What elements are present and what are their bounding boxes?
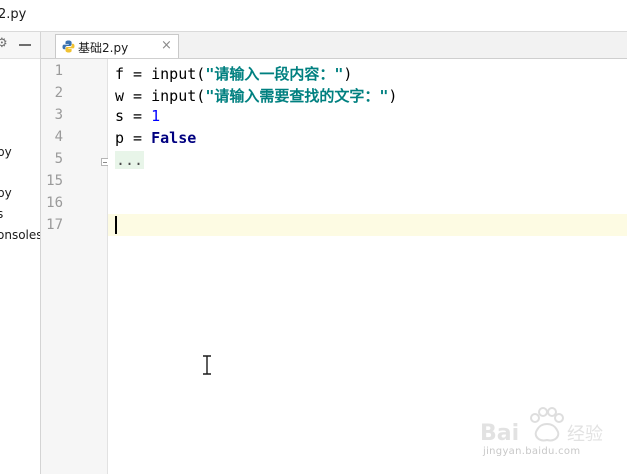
keyword: False xyxy=(151,129,197,147)
line-number: 5 xyxy=(54,151,63,167)
watermark-url: jingyan.baidu.com xyxy=(483,446,581,457)
number-literal: 1 xyxy=(151,107,161,125)
tab-file[interactable]: 基础2.py × xyxy=(55,34,179,58)
paren: ) xyxy=(343,65,353,83)
string-literal: "请输入一段内容：" xyxy=(205,65,344,83)
line-number-current: 17 xyxy=(46,217,63,233)
current-line-highlight xyxy=(108,214,627,236)
paren: ( xyxy=(196,65,206,83)
builtin-call: input xyxy=(151,87,197,105)
text-cursor xyxy=(115,216,117,234)
line-number-gutter: 1 2 3 4 5 15 16 17 xyxy=(41,59,109,474)
variable: s xyxy=(115,107,125,125)
tree-item[interactable]: s xyxy=(0,207,3,221)
string-literal: "请输入需要查找的文字：" xyxy=(205,87,389,105)
tree-item[interactable]: py xyxy=(0,145,12,159)
baidu-watermark-logo: Bai 经验 xyxy=(480,407,603,446)
line-number: 16 xyxy=(46,195,63,211)
svg-text:经验: 经验 xyxy=(567,424,603,445)
operator: = xyxy=(124,129,152,147)
tree-item[interactable]: py xyxy=(0,186,12,200)
project-panel: ⚙ py py s onsoles xyxy=(0,32,41,474)
line-number: 15 xyxy=(46,173,63,189)
tree-item-scratches-consoles[interactable]: onsoles xyxy=(0,228,40,242)
line-number: 3 xyxy=(54,107,63,123)
minimize-icon[interactable] xyxy=(19,44,31,46)
tab-label: 基础2.py xyxy=(78,41,129,55)
line-number: 1 xyxy=(54,63,63,79)
title-bar: 2.py xyxy=(0,0,627,32)
code-line[interactable]: s = 1 xyxy=(115,107,160,125)
operator: = xyxy=(124,87,152,105)
variable: f xyxy=(115,65,125,83)
variable: w xyxy=(115,87,125,105)
project-toolbar: ⚙ xyxy=(0,32,40,59)
line-number: 4 xyxy=(54,129,63,145)
editor-tab-bar: 基础2.py × xyxy=(41,32,627,59)
window-title: 2.py xyxy=(0,7,27,22)
builtin-call: input xyxy=(151,65,197,83)
line-number: 2 xyxy=(54,85,63,101)
mouse-ibeam-cursor xyxy=(203,355,211,375)
close-icon[interactable]: × xyxy=(161,38,172,53)
operator: = xyxy=(124,65,152,83)
variable: p xyxy=(115,129,125,147)
code-line[interactable]: p = False xyxy=(115,129,196,147)
python-file-icon xyxy=(62,40,75,53)
gear-icon[interactable]: ⚙ xyxy=(0,36,8,51)
paren: ( xyxy=(196,87,206,105)
code-line[interactable]: w = input("请输入需要查找的文字：") xyxy=(115,85,397,106)
code-line[interactable]: ... xyxy=(115,151,145,169)
operator: = xyxy=(124,107,152,125)
folded-region[interactable]: ... xyxy=(115,151,145,169)
paren: ) xyxy=(388,87,398,105)
svg-text:Bai: Bai xyxy=(480,421,519,446)
code-line[interactable]: f = input("请输入一段内容：") xyxy=(115,63,352,84)
